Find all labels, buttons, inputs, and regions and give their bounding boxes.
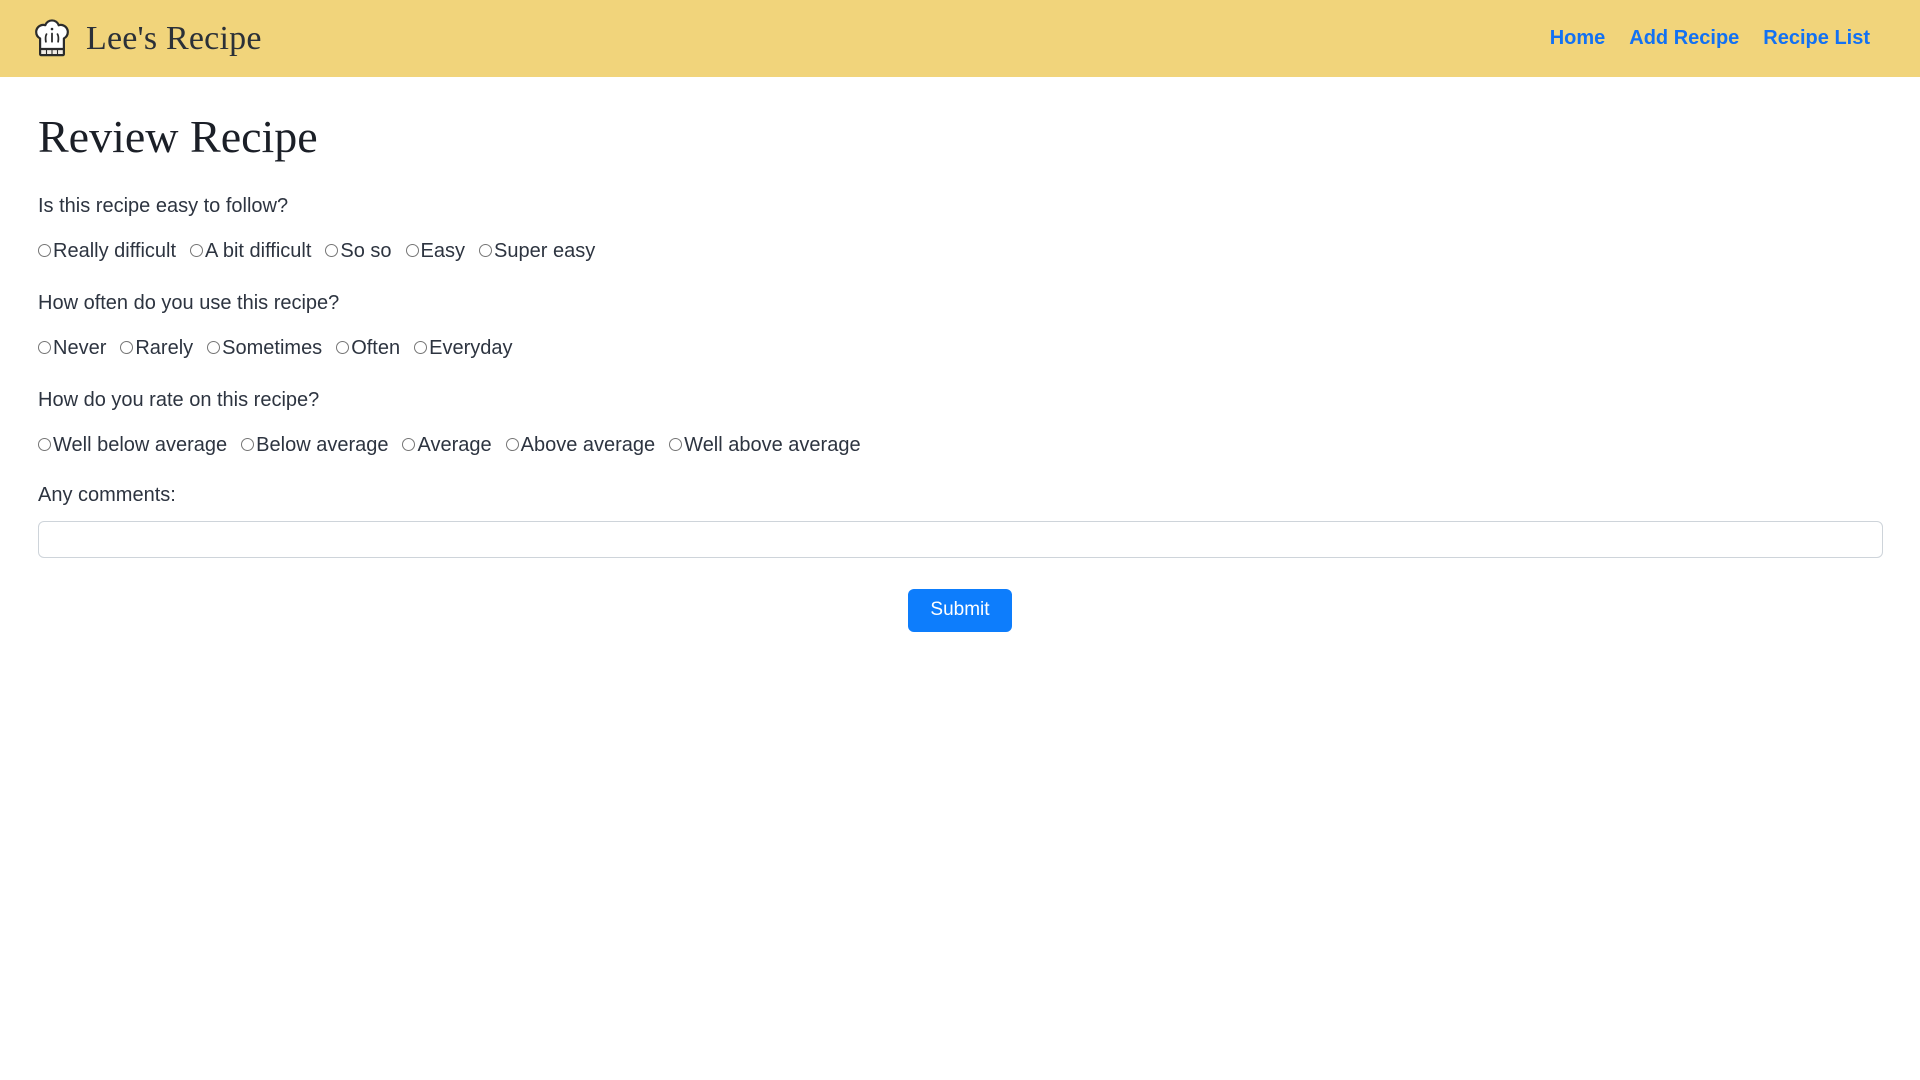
radio-option-above-average[interactable]: Above average (505, 433, 656, 456)
radio-option-rarely[interactable]: Rarely (120, 338, 193, 358)
radio-label-well-below-average: Well below average (53, 433, 228, 456)
radio-input-rarely[interactable] (120, 341, 134, 355)
radio-input-below-average[interactable] (241, 438, 255, 452)
radio-option-well-above-average[interactable]: Well above average (669, 433, 861, 456)
radio-input-well-above-average[interactable] (669, 438, 683, 452)
top-navbar: Lee's Recipe Home Add Recipe Recipe List (0, 0, 1920, 77)
submit-row: Submit (38, 588, 1882, 632)
review-form: Is this recipe easy to follow? Really di… (38, 193, 1883, 632)
radio-label-a-bit-difficult: A bit difficult (205, 239, 312, 262)
radio-option-everyday[interactable]: Everyday (414, 338, 512, 358)
radio-input-well-below-average[interactable] (38, 438, 51, 452)
brand-link[interactable]: Lee's Recipe (30, 17, 262, 61)
radio-label-well-above-average: Well above average (684, 433, 861, 456)
brand-title: Lee's Recipe (86, 19, 262, 57)
radio-input-never[interactable] (38, 341, 51, 355)
radio-group-how-rate: Well below average Below average Average… (38, 435, 1882, 455)
radio-option-a-bit-difficult[interactable]: A bit difficult (190, 241, 311, 261)
radio-option-never[interactable]: Never (38, 338, 106, 358)
radio-input-so-so[interactable] (325, 244, 339, 258)
radio-input-everyday[interactable] (414, 341, 428, 355)
radio-label-easy: Easy (420, 239, 466, 262)
radio-input-sometimes[interactable] (207, 341, 221, 355)
radio-input-really-difficult[interactable] (38, 244, 51, 258)
primary-nav: Home Add Recipe Recipe List (1550, 27, 1870, 50)
radio-option-so-so[interactable]: So so (325, 239, 392, 262)
radio-input-a-bit-difficult[interactable] (190, 244, 204, 258)
radio-group-easy-to-follow: Really difficult A bit difficult So so E… (38, 241, 1882, 261)
radio-label-below-average: Below average (256, 433, 389, 456)
submit-button[interactable]: Submit (908, 588, 1012, 632)
radio-input-often[interactable] (336, 341, 350, 355)
question-label-easy-to-follow: Is this recipe easy to follow? (38, 194, 289, 217)
radio-input-easy[interactable] (405, 244, 419, 258)
radio-label-above-average: Above average (520, 433, 656, 456)
radio-label-really-difficult: Really difficult (53, 239, 177, 262)
radio-group-how-often: Never Rarely Sometimes Often Everyday (38, 338, 1882, 358)
radio-label-sometimes: Sometimes (222, 336, 323, 359)
radio-input-average[interactable] (402, 438, 416, 452)
radio-input-super-easy[interactable] (479, 244, 493, 258)
nav-link-add-recipe[interactable]: Add Recipe (1629, 27, 1739, 50)
radio-option-average[interactable]: Average (402, 433, 492, 456)
main-content: Review Recipe Is this recipe easy to fol… (0, 111, 1920, 632)
radio-label-often: Often (351, 336, 401, 359)
radio-option-below-average[interactable]: Below average (241, 435, 388, 455)
radio-label-everyday: Everyday (429, 336, 513, 359)
radio-option-often[interactable]: Often (336, 338, 400, 358)
radio-label-so-so: So so (340, 239, 392, 262)
radio-label-super-easy: Super easy (494, 239, 596, 262)
radio-option-easy[interactable]: Easy (405, 239, 466, 262)
radio-label-average: Average (417, 433, 492, 456)
radio-input-above-average[interactable] (505, 438, 519, 452)
radio-option-super-easy[interactable]: Super easy (479, 241, 595, 261)
radio-label-never: Never (53, 336, 107, 359)
nav-link-home[interactable]: Home (1550, 27, 1606, 50)
radio-option-well-below-average[interactable]: Well below average (38, 435, 227, 455)
radio-label-rarely: Rarely (135, 336, 194, 359)
question-label-how-often: How often do you use this recipe? (38, 291, 340, 314)
comments-input[interactable] (38, 520, 1883, 558)
page-title: Review Recipe (38, 111, 318, 162)
radio-option-sometimes[interactable]: Sometimes (207, 338, 322, 358)
chef-hat-icon (30, 17, 74, 61)
question-label-how-rate: How do you rate on this recipe? (38, 388, 320, 411)
comments-label: Any comments: (38, 483, 176, 506)
radio-option-really-difficult[interactable]: Really difficult (38, 241, 176, 261)
nav-link-recipe-list[interactable]: Recipe List (1763, 27, 1870, 50)
